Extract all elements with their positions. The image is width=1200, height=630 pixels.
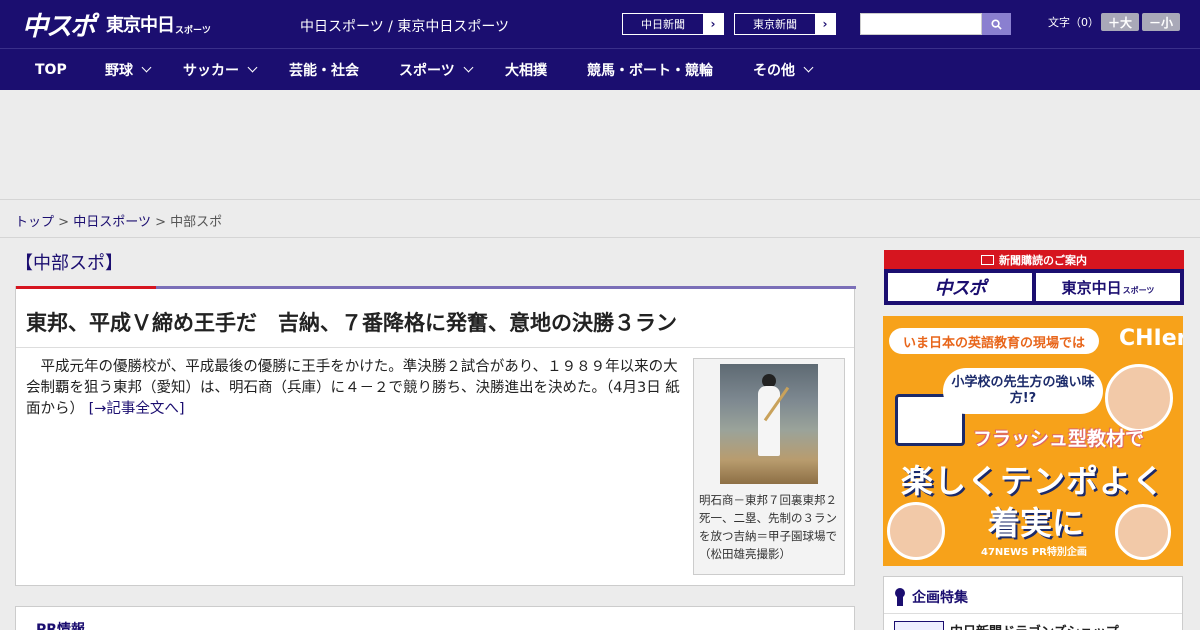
subscription-logo-b-small: スポーツ	[1122, 285, 1155, 295]
feature-thumbnail[interactable]	[894, 621, 944, 630]
article-body: 平成元年の優勝校が、平成最後の優勝に王手をかけた。準決勝２試合があり、１９８９年…	[26, 357, 684, 420]
nav-item-sports[interactable]: スポーツ	[399, 49, 474, 90]
ad-child-photo	[1105, 364, 1173, 432]
feature-title-text: 企画特集	[912, 590, 968, 606]
article-top-accent	[16, 286, 156, 289]
article-photo-box: 明石商－東邦７回裏東邦２死一、二塁、先制の３ランを放つ吉納＝甲子園球場で（松田雄…	[693, 358, 845, 575]
search-input[interactable]	[860, 13, 982, 35]
breadcrumb: トップ > 中日スポーツ > 中部スポ	[15, 211, 222, 230]
ad-headline-2: 楽しくテンポよく	[901, 462, 1166, 500]
pr-title: PR情報	[36, 622, 86, 630]
feature-section: 企画特集 中日新聞ドラゴンズショップ	[883, 576, 1183, 630]
nav-item-label: 野球	[105, 62, 133, 79]
feature-item-link[interactable]: 中日新聞ドラゴンズショップ	[950, 621, 1119, 630]
tokyo-shimbun-link[interactable]: 東京新聞 ›	[734, 13, 836, 35]
nav-item-baseball[interactable]: 野球	[105, 49, 152, 90]
site-title: 中日スポーツ / 東京中日スポーツ	[300, 19, 510, 35]
nav-item-entertainment[interactable]: 芸能・社会	[289, 49, 359, 90]
photo-detail	[758, 386, 780, 456]
article-top-border	[16, 286, 856, 289]
logo-tokyo-chunichi: 東京中日	[106, 15, 175, 36]
article-photo[interactable]	[720, 364, 818, 484]
tokyo-shimbun-label: 東京新聞	[753, 18, 797, 31]
breadcrumb-bar: トップ > 中日スポーツ > 中部スポ	[0, 201, 1200, 238]
ad-brand: CHIeru	[1119, 326, 1183, 351]
logo-chuspo: 中スポ	[22, 11, 96, 42]
breadcrumb-link-top[interactable]: トップ	[15, 215, 54, 230]
subscription-logo-chuspo[interactable]: 中スポ	[888, 273, 1032, 301]
nav-item-sumo[interactable]: 大相撲	[505, 49, 547, 90]
ad-headline-1: フラッシュ型教材で	[973, 428, 1145, 450]
chevron-right-icon: ›	[815, 14, 835, 34]
font-size-label: 文字（0）	[1048, 16, 1099, 29]
subscription-logo-tokyo-chunichi[interactable]: 東京中日 スポーツ	[1036, 273, 1180, 301]
breadcrumb-separator: >	[155, 215, 166, 230]
subscription-banner[interactable]: 新聞購読のご案内 中スポ 東京中日 スポーツ	[884, 250, 1184, 305]
nav-item-label: TOP	[35, 61, 67, 78]
main-nav: TOP 野球 サッカー 芸能・社会 スポーツ 大相撲 競馬・ボート・競輪 その他	[0, 48, 1200, 90]
feature-title: 企画特集	[894, 587, 968, 607]
nav-item-top[interactable]: TOP	[35, 49, 67, 90]
nav-item-label: その他	[753, 62, 795, 79]
font-larger-button[interactable]: ＋大	[1101, 13, 1139, 31]
ad-bubble: 小学校の先生方の強い味方!?	[943, 368, 1103, 414]
chevron-right-icon: ›	[703, 14, 723, 34]
subscription-logo-b-text: 東京中日	[1061, 278, 1122, 297]
site-logo[interactable]: 中スポ 東京中日 スポーツ	[22, 6, 211, 42]
sidebar-ad-banner[interactable]: いま日本の英語教育の現場では CHIeru 小学校の先生方の強い味方!? フラッ…	[883, 316, 1183, 566]
nav-item-label: スポーツ	[399, 62, 455, 79]
photo-caption: 明石商－東邦７回裏東邦２死一、二塁、先制の３ランを放つ吉納＝甲子園球場で（松田雄…	[699, 493, 837, 561]
search-icon	[991, 18, 1002, 30]
chevron-down-icon	[247, 62, 258, 73]
nav-item-racing[interactable]: 競馬・ボート・競輪	[587, 49, 713, 90]
ribbon-badge-icon	[894, 588, 906, 606]
chevron-down-icon	[141, 62, 152, 73]
ad-child-photo	[887, 502, 945, 560]
top-header: 中スポ 東京中日 スポーツ 中日スポーツ / 東京中日スポーツ 中日新聞 › 東…	[0, 0, 1200, 48]
article-card: 東邦、平成Ｖ締め王手だ 吉納、７番降格に発奮、意地の決勝３ラン 平成元年の優勝校…	[15, 286, 856, 586]
nav-item-label: 芸能・社会	[289, 62, 359, 79]
subscription-heading: 新聞購読のご案内	[884, 250, 1184, 269]
ad-footer: 47NEWS PR特別企画	[981, 547, 1087, 558]
chunichi-shimbun-link[interactable]: 中日新聞 ›	[622, 13, 724, 35]
nav-item-soccer[interactable]: サッカー	[183, 49, 258, 90]
subscription-heading-text: 新聞購読のご案内	[999, 253, 1087, 267]
feature-divider	[884, 613, 1182, 614]
search-button[interactable]	[982, 13, 1011, 35]
ad-ribbon: いま日本の英語教育の現場では	[889, 328, 1100, 354]
section-label: 【中部スポ】	[15, 253, 123, 274]
chevron-down-icon	[463, 62, 474, 73]
nav-item-label: サッカー	[183, 62, 239, 79]
ad-child-photo	[1115, 504, 1171, 560]
logo-sports-small: スポーツ	[175, 25, 211, 36]
ad-placeholder-band	[0, 90, 1200, 200]
chevron-down-icon	[803, 62, 814, 73]
nav-item-label: 競馬・ボート・競輪	[587, 62, 713, 79]
newspaper-icon	[981, 254, 994, 265]
breadcrumb-current: 中部スポ	[170, 215, 223, 230]
headline-divider	[16, 347, 854, 348]
nav-item-other[interactable]: その他	[753, 49, 814, 90]
font-smaller-button[interactable]: －小	[1142, 13, 1180, 31]
nav-item-label: 大相撲	[505, 62, 547, 79]
breadcrumb-separator: >	[58, 215, 70, 230]
chunichi-shimbun-label: 中日新聞	[641, 18, 685, 31]
breadcrumb-link-chunichi-sports[interactable]: 中日スポーツ	[73, 215, 151, 230]
ad-headline-3: 着実に	[988, 504, 1085, 542]
read-more-link[interactable]: [→記事全文へ]	[89, 401, 185, 417]
article-headline: 東邦、平成Ｖ締め王手だ 吉納、７番降格に発奮、意地の決勝３ラン	[26, 311, 677, 335]
pr-section: PR情報	[15, 606, 855, 630]
